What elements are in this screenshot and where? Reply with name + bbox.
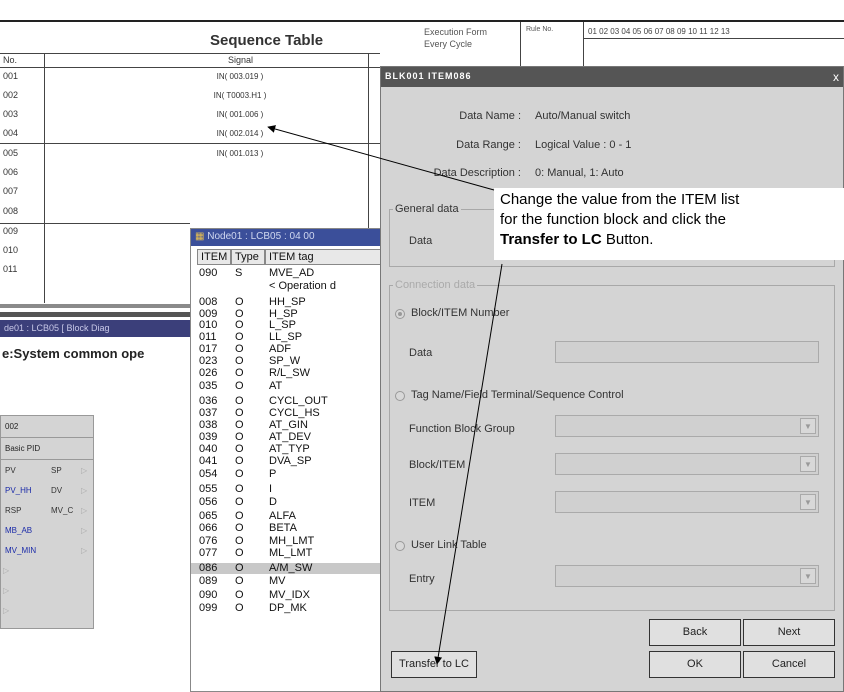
arrow-to-transfer: [434, 263, 503, 665]
arrow-to-signal: [267, 125, 495, 191]
callout-arrows: [267, 125, 503, 665]
